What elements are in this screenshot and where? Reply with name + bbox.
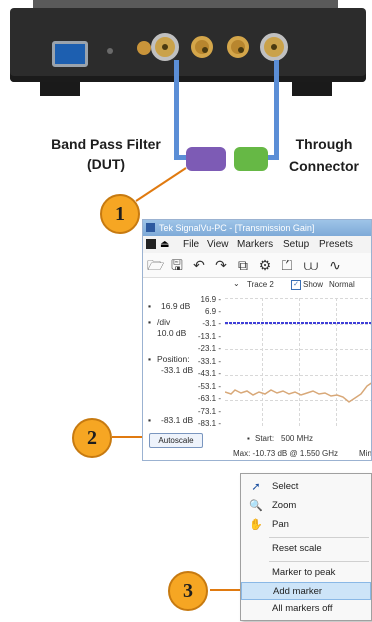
menu-item-label: Zoom	[272, 500, 297, 511]
ref-level-value[interactable]: 16.9 dB	[161, 301, 190, 311]
detect-mode[interactable]: Normal	[329, 280, 355, 289]
menu-setup[interactable]: Setup	[283, 236, 309, 253]
menu-item-add-marker[interactable]: Add marker	[241, 582, 371, 600]
menu-separator	[269, 561, 369, 562]
position-bullet: ▪	[148, 354, 152, 364]
menu-item-select[interactable]: ➚ Select	[241, 478, 371, 496]
trace-icon[interactable]: ⩊	[303, 257, 319, 273]
start-value[interactable]: 500 MHz	[281, 434, 313, 443]
y-tick: -53.1 -	[197, 382, 221, 391]
trace-selector[interactable]: Trace 2	[247, 280, 274, 289]
start-bullet: ▪	[247, 434, 250, 443]
chevron-down-icon[interactable]: ⌄	[233, 279, 240, 288]
hand-icon: ✋	[249, 519, 263, 531]
app-menu-icon[interactable]	[146, 239, 156, 249]
window-title: Tek SignalVu-PC - [Transmission Gain]	[143, 220, 371, 236]
max-readout: Max: -10.73 dB @ 1.550 GHz	[233, 449, 339, 458]
waveform-icon[interactable]: ∿	[327, 257, 343, 273]
y-tick: -73.1 -	[197, 407, 221, 416]
menu-item-pan[interactable]: ✋ Pan	[241, 516, 371, 534]
y-tick: -3.1 -	[202, 319, 221, 328]
y-tick: 6.9 -	[204, 307, 221, 316]
position-label: Position:	[157, 354, 190, 364]
menu-separator	[269, 537, 369, 538]
menu-item-marker-to-peak[interactable]: Marker to peak	[241, 564, 371, 582]
eject-icon[interactable]: ⏏	[160, 236, 169, 253]
menu-presets[interactable]: Presets	[319, 236, 353, 253]
ref-level-bullet: ▪	[148, 301, 152, 311]
y-tick: -33.1 -	[197, 357, 221, 366]
menu-bar: ⏏ File View Markers Setup Presets	[143, 236, 371, 253]
y-tick: 16.9 -	[200, 295, 221, 304]
zoom-icon: 🔍	[249, 500, 263, 512]
callout-1: 1	[100, 194, 140, 234]
menu-item-label: Add marker	[273, 586, 323, 597]
autoscale-button[interactable]: Autoscale	[149, 433, 203, 448]
trace-lines	[225, 322, 371, 403]
menu-item-label: Marker to peak	[272, 567, 336, 578]
context-menu: ➚ Select 🔍 Zoom ✋ Pan Reset scale Marker…	[240, 473, 372, 621]
trace-controls: ⌄ Trace 2 ✓ Show Normal	[143, 278, 371, 292]
y-tick: -43.1 -	[197, 369, 221, 378]
menu-item-label: Reset scale	[272, 543, 322, 554]
bottom-level-value[interactable]: -83.1 dB	[161, 415, 193, 425]
bottom-bullet: ▪	[148, 415, 152, 425]
window-icon[interactable]: ⧉	[235, 257, 251, 273]
toolbar: 🗁 🖫 ↶ ↷ ⧉ ⚙ ⏍ ⩊ ∿	[143, 253, 371, 278]
start-label: Start:	[255, 434, 275, 443]
menu-item-zoom[interactable]: 🔍 Zoom	[241, 497, 371, 515]
show-checkbox[interactable]: ✓	[291, 280, 301, 290]
callout-2: 2	[72, 418, 112, 458]
menu-view[interactable]: View	[207, 236, 229, 253]
menu-item-label: Pan	[272, 519, 289, 530]
div-bullet: ▪	[148, 317, 152, 327]
position-value[interactable]: -33.1 dB	[161, 365, 193, 375]
menu-item-all-markers-off[interactable]: All markers off	[241, 600, 371, 618]
div-value[interactable]: 10.0 dB	[157, 328, 186, 338]
open-icon[interactable]: 🗁	[147, 257, 164, 273]
trace-plot[interactable]	[225, 298, 371, 426]
pointer-icon: ➚	[251, 481, 261, 493]
y-tick: -23.1 -	[197, 344, 221, 353]
y-tick: -83.1 -	[197, 419, 221, 428]
signalvu-window: Tek SignalVu-PC - [Transmission Gain] ⏏ …	[142, 219, 372, 461]
redo-icon[interactable]: ↷	[213, 257, 229, 273]
noise-trace	[225, 382, 371, 403]
menu-file[interactable]: File	[183, 236, 199, 253]
undo-icon[interactable]: ↶	[191, 257, 207, 273]
div-label: /div	[157, 317, 171, 327]
min-readout: Min	[359, 449, 372, 458]
marker-icon[interactable]: ⏍	[279, 257, 295, 273]
callout-3: 3	[168, 571, 208, 611]
menu-item-label: Select	[272, 481, 299, 492]
show-label: Show	[303, 280, 324, 289]
y-tick: -63.1 -	[197, 394, 221, 403]
menu-item-reset-scale[interactable]: Reset scale	[241, 540, 371, 558]
app-icon	[146, 223, 155, 232]
y-tick: -13.1 -	[197, 332, 221, 341]
menu-item-label: All markers off	[272, 603, 333, 614]
gear-icon[interactable]: ⚙	[257, 257, 273, 273]
save-icon[interactable]: 🖫	[169, 257, 185, 273]
menu-markers[interactable]: Markers	[237, 236, 273, 253]
